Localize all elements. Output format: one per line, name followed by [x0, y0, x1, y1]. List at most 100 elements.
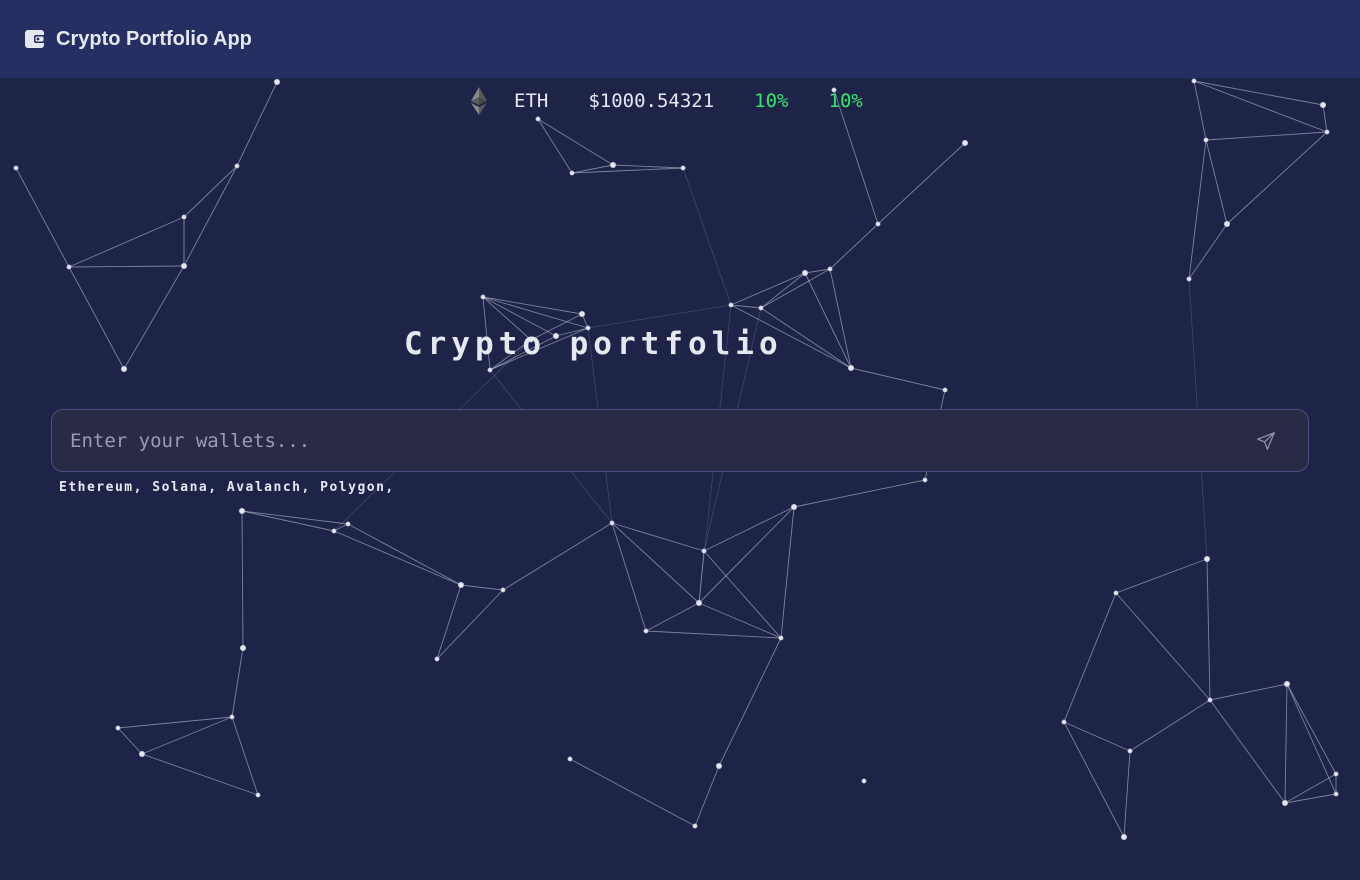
network-node: [643, 628, 649, 634]
network-link: [703, 550, 782, 639]
network-link: [236, 81, 278, 167]
network-link: [703, 506, 795, 552]
network-link: [123, 265, 185, 370]
network-link: [804, 272, 852, 369]
network-link: [241, 510, 349, 525]
network-node: [1333, 791, 1339, 797]
network-link: [436, 589, 504, 660]
network-link: [241, 510, 244, 649]
wallet-input[interactable]: [52, 409, 1246, 472]
network-node: [569, 170, 575, 176]
network-link: [694, 765, 720, 827]
network-link: [1193, 80, 1324, 106]
network-link: [141, 716, 233, 755]
network-node: [138, 750, 146, 758]
network-node: [331, 528, 337, 534]
network-node: [487, 367, 493, 373]
network-node: [1191, 78, 1197, 84]
network-node: [875, 221, 881, 227]
wallet-icon: [24, 28, 46, 50]
network-node: [827, 266, 833, 272]
network-link: [1284, 683, 1288, 804]
network-node: [942, 387, 948, 393]
network-node: [578, 310, 586, 318]
network-node: [434, 656, 440, 662]
network-link: [141, 753, 259, 796]
network-node: [1203, 137, 1209, 143]
network-link: [1206, 558, 1211, 701]
network-link: [1123, 750, 1131, 838]
network-node: [457, 581, 465, 589]
network-link: [117, 716, 233, 729]
network-link: [1063, 721, 1125, 838]
ticker-price: $1000.54321: [588, 90, 715, 112]
network-node: [66, 264, 72, 270]
network-node: [239, 644, 247, 652]
network-link: [183, 165, 238, 267]
network-link: [1286, 683, 1337, 795]
network-node: [1061, 719, 1067, 725]
network-link: [1115, 592, 1211, 701]
send-icon: [1255, 430, 1277, 452]
network-link: [645, 602, 700, 632]
network-link: [829, 268, 852, 369]
network-link: [1193, 80, 1207, 141]
network-link: [537, 118, 573, 174]
network-link: [569, 758, 696, 827]
network-link: [436, 584, 462, 660]
network-node: [273, 78, 281, 86]
ethereum-icon: [468, 86, 490, 116]
ticker-symbol: ETH: [514, 90, 549, 112]
network-node: [961, 139, 969, 147]
network-link: [682, 167, 732, 306]
network-node: [181, 214, 187, 220]
network-node: [180, 262, 188, 270]
network-link: [850, 367, 946, 391]
network-node: [1281, 799, 1289, 807]
network-node: [229, 714, 235, 720]
network-link: [231, 716, 259, 796]
network-link: [1209, 683, 1288, 701]
ticker-change: 10%: [754, 90, 789, 112]
network-node: [609, 520, 615, 526]
network-node: [234, 163, 240, 169]
network-node: [778, 635, 784, 641]
network-node: [758, 305, 764, 311]
network-link: [571, 167, 684, 174]
network-node: [801, 269, 809, 277]
network-link: [537, 118, 614, 166]
network-node: [480, 294, 486, 300]
ticker-change-secondary: 10%: [828, 90, 863, 112]
network-link: [718, 637, 782, 767]
network-link: [333, 530, 462, 586]
network-link: [793, 479, 926, 508]
network-node: [238, 507, 246, 515]
network-node: [345, 521, 351, 527]
top-bar: Crypto Portfolio App: [0, 0, 1360, 78]
network-node: [1186, 276, 1192, 282]
network-node: [609, 161, 617, 169]
network-node: [1207, 697, 1213, 703]
network-node: [847, 364, 855, 372]
network-link: [1115, 558, 1208, 594]
network-link: [760, 268, 831, 309]
network-link: [460, 584, 504, 591]
network-link: [347, 523, 462, 586]
network-node: [1283, 680, 1291, 688]
submit-button[interactable]: [1246, 421, 1286, 461]
network-link: [1063, 721, 1131, 752]
network-node: [1324, 129, 1330, 135]
network-node: [922, 477, 928, 483]
network-link: [1193, 80, 1328, 133]
network-node: [790, 503, 798, 511]
network-link: [1226, 131, 1328, 225]
network-link: [1205, 139, 1228, 225]
network-link: [1129, 699, 1211, 752]
wallet-search-box: [51, 409, 1309, 472]
supported-networks-hint: Ethereum, Solana, Avalanch, Polygon,: [59, 480, 395, 495]
network-node: [695, 599, 703, 607]
network-link: [68, 265, 185, 268]
network-node: [500, 587, 506, 593]
network-node: [567, 756, 573, 762]
app-root: Crypto Portfolio App ETH $1000.54321 10%…: [0, 0, 1360, 880]
